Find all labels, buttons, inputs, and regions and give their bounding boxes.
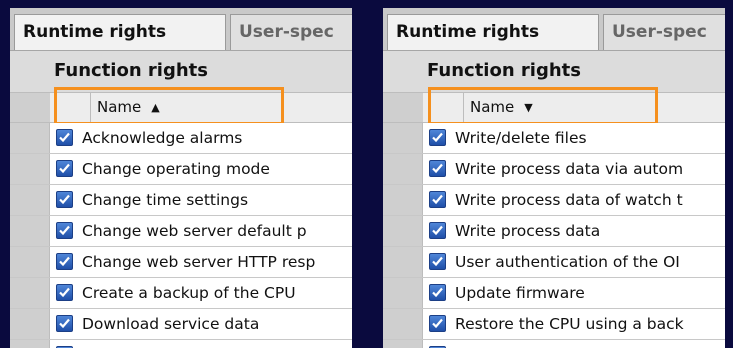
list-item-partial[interactable] <box>383 340 725 348</box>
function-rights-list: Write/delete files Write process data vi… <box>383 123 725 348</box>
list-item[interactable]: Change web server HTTP resp <box>10 247 352 278</box>
item-label: Change web server default p <box>82 222 307 240</box>
checkbox-checked[interactable] <box>429 160 446 177</box>
row-selector[interactable] <box>10 216 50 246</box>
list-item[interactable]: Write process data of watch t <box>383 185 725 216</box>
row-selector[interactable] <box>10 309 50 339</box>
row-selector[interactable] <box>383 278 423 308</box>
item-label: Change operating mode <box>82 160 270 178</box>
tab-runtime-rights[interactable]: Runtime rights <box>387 14 599 50</box>
tab-runtime-rights[interactable]: Runtime rights <box>14 14 226 50</box>
row-selector[interactable] <box>10 340 50 348</box>
checkbox-checked[interactable] <box>56 129 73 146</box>
checkbox-checked[interactable] <box>429 222 446 239</box>
highlight-box <box>54 87 284 125</box>
highlight-box <box>428 87 658 125</box>
checkbox-checked[interactable] <box>56 315 73 332</box>
list-item[interactable]: Write/delete files <box>383 123 725 154</box>
list-item[interactable]: Restore the CPU using a back <box>383 309 725 340</box>
row-selector[interactable] <box>383 154 423 184</box>
list-item[interactable]: Create a backup of the CPU <box>10 278 352 309</box>
row-selector[interactable] <box>10 185 50 215</box>
row-selector[interactable] <box>383 309 423 339</box>
list-item[interactable]: User authentication of the OI <box>383 247 725 278</box>
item-label: User authentication of the OI <box>455 253 680 271</box>
checkbox-checked[interactable] <box>56 160 73 177</box>
list-item-partial[interactable] <box>10 340 352 348</box>
row-selector[interactable] <box>383 340 423 348</box>
selector-column-header <box>383 93 423 122</box>
checkbox-checked[interactable] <box>429 315 446 332</box>
list-item[interactable]: Change operating mode <box>10 154 352 185</box>
item-label: Change web server HTTP resp <box>82 253 316 271</box>
checkbox-checked[interactable] <box>56 222 73 239</box>
row-selector[interactable] <box>10 154 50 184</box>
list-item[interactable]: Download service data <box>10 309 352 340</box>
item-label: Update firmware <box>455 284 585 302</box>
list-item[interactable]: Acknowledge alarms <box>10 123 352 154</box>
checkbox-checked[interactable] <box>56 284 73 301</box>
tab-user-specific[interactable]: User-spec <box>230 14 352 50</box>
list-item[interactable]: Change time settings <box>10 185 352 216</box>
row-selector[interactable] <box>383 216 423 246</box>
tab-bar: Runtime rights User-spec <box>10 8 352 51</box>
checkbox-checked[interactable] <box>429 284 446 301</box>
item-label: Write/delete files <box>455 129 587 147</box>
list-item[interactable]: Write process data via autom <box>383 154 725 185</box>
row-selector[interactable] <box>383 185 423 215</box>
function-rights-list: Acknowledge alarms Change operating mode… <box>10 123 352 348</box>
item-label: Write process data of watch t <box>455 191 683 209</box>
panel-right-descending: Runtime rights User-spec Function rights… <box>383 8 725 348</box>
list-item[interactable]: Change web server default p <box>10 216 352 247</box>
row-selector[interactable] <box>10 123 50 153</box>
item-label: Create a backup of the CPU <box>82 284 296 302</box>
item-label: Write process data via autom <box>455 160 684 178</box>
selector-column-header <box>10 93 50 122</box>
item-label: Acknowledge alarms <box>82 129 243 147</box>
checkbox-checked[interactable] <box>56 253 73 270</box>
item-label: Write process data <box>455 222 601 240</box>
section-title: Function rights <box>54 60 208 81</box>
row-selector[interactable] <box>383 123 423 153</box>
tab-bar: Runtime rights User-spec <box>383 8 725 51</box>
item-label: Change time settings <box>82 191 249 209</box>
checkbox-checked[interactable] <box>56 191 73 208</box>
row-selector[interactable] <box>10 247 50 277</box>
section-title: Function rights <box>427 60 581 81</box>
item-label: Restore the CPU using a back <box>455 315 684 333</box>
checkbox-checked[interactable] <box>429 129 446 146</box>
checkbox-checked[interactable] <box>429 191 446 208</box>
panel-left-ascending: Runtime rights User-spec Function rights… <box>10 8 352 348</box>
row-selector[interactable] <box>10 278 50 308</box>
list-item[interactable]: Update firmware <box>383 278 725 309</box>
item-label: Download service data <box>82 315 260 333</box>
checkbox-checked[interactable] <box>429 253 446 270</box>
tab-user-specific[interactable]: User-spec <box>603 14 725 50</box>
list-item[interactable]: Write process data <box>383 216 725 247</box>
row-selector[interactable] <box>383 247 423 277</box>
